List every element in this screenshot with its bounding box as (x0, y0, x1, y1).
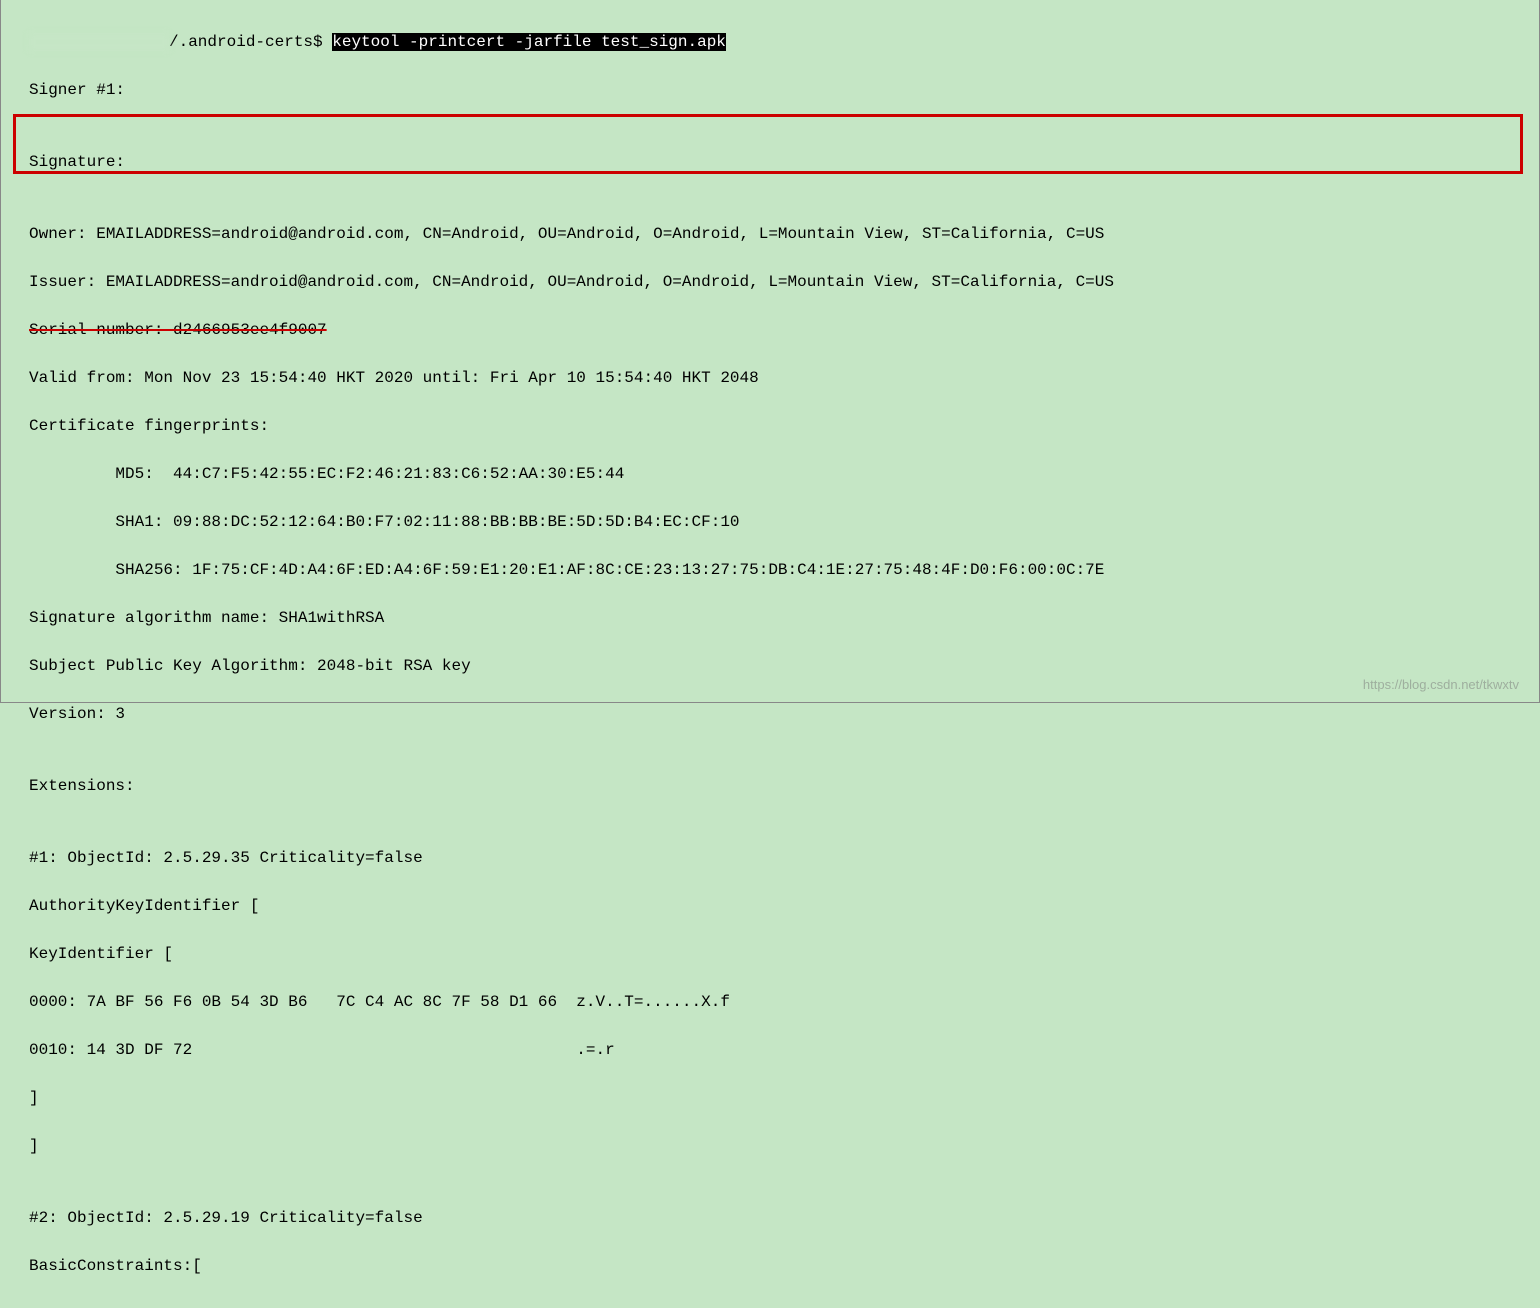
ext1-close1: ] (29, 1086, 1511, 1110)
ext2-header: #2: ObjectId: 2.5.29.19 Criticality=fals… (29, 1206, 1511, 1230)
pubkey-line: Subject Public Key Algorithm: 2048-bit R… (29, 654, 1511, 678)
version-line: Version: 3 (29, 702, 1511, 726)
command-text[interactable]: keytool -printcert -jarfile test_sign.ap… (332, 33, 726, 51)
signature-header: Signature: (29, 150, 1511, 174)
ext1-close2: ] (29, 1134, 1511, 1158)
prompt-line: /.android-certs$ keytool -printcert -jar… (29, 30, 1511, 54)
sha256-line: SHA256: 1F:75:CF:4D:A4:6F:ED:A4:6F:59:E1… (29, 558, 1511, 582)
valid-line: Valid from: Mon Nov 23 15:54:40 HKT 2020… (29, 366, 1511, 390)
extensions-header: Extensions: (29, 774, 1511, 798)
fingerprints-header: Certificate fingerprints: (29, 414, 1511, 438)
ext1-keyid: KeyIdentifier [ (29, 942, 1511, 966)
watermark-text: https://blog.csdn.net/tkwxtv (1363, 677, 1519, 692)
sig-alg-line: Signature algorithm name: SHA1withRSA (29, 606, 1511, 630)
sha1-line: SHA1: 09:88:DC:52:12:64:B0:F7:02:11:88:B… (29, 510, 1511, 534)
redacted-user-host (29, 33, 169, 51)
owner-line: Owner: EMAILADDRESS=android@android.com,… (29, 222, 1511, 246)
serial-line: Serial number: d2466953ee4f9007 (29, 318, 1511, 342)
ext1-name: AuthorityKeyIdentifier [ (29, 894, 1511, 918)
signer-line: Signer #1: (29, 78, 1511, 102)
ext2-name: BasicConstraints:[ (29, 1254, 1511, 1278)
ext1-header: #1: ObjectId: 2.5.29.35 Criticality=fals… (29, 846, 1511, 870)
terminal-output[interactable]: /.android-certs$ keytool -printcert -jar… (1, 0, 1539, 1308)
prompt-path: /.android-certs$ (169, 33, 332, 51)
ext1-hex2: 0010: 14 3D DF 72 .=.r (29, 1038, 1511, 1062)
md5-line: MD5: 44:C7:F5:42:55:EC:F2:46:21:83:C6:52… (29, 462, 1511, 486)
issuer-line: Issuer: EMAILADDRESS=android@android.com… (29, 270, 1511, 294)
ext1-hex1: 0000: 7A BF 56 F6 0B 54 3D B6 7C C4 AC 8… (29, 990, 1511, 1014)
